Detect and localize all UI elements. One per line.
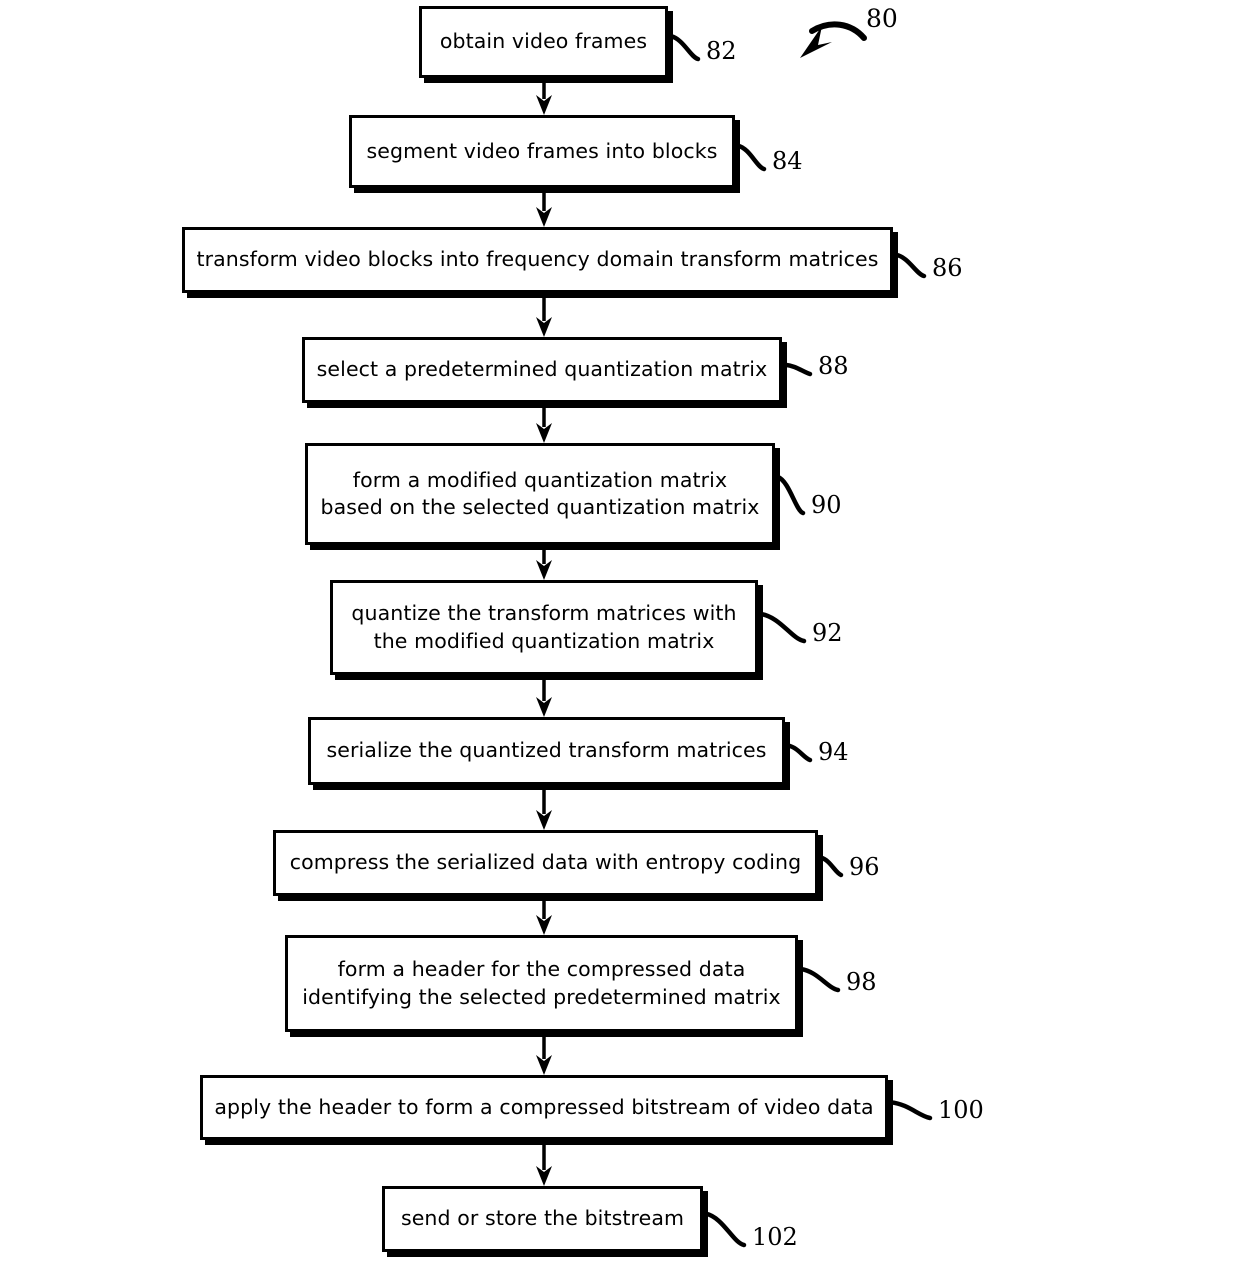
process-box-88: select a predetermined quantization matr… (302, 337, 782, 403)
arrow-90-to-92 (536, 545, 552, 580)
arrow-100-to-102 (536, 1140, 552, 1186)
arrow-92-to-94 (536, 675, 552, 717)
arrow-88-to-90 (536, 403, 552, 443)
reference-number-90: 90 (811, 491, 842, 519)
leader-line-94 (785, 743, 813, 763)
process-box-84: segment video frames into blocks (349, 115, 735, 188)
arrow-94-to-96 (536, 785, 552, 830)
flowchart-canvas: obtain video frames segment video frames … (0, 0, 1240, 1280)
reference-number-100: 100 (938, 1096, 984, 1124)
reference-number-98: 98 (846, 968, 877, 996)
leader-line-96 (818, 855, 844, 878)
process-box-label: send or store the bitstream (400, 1206, 685, 1231)
leader-line-86 (893, 252, 927, 279)
process-box-82: obtain video frames (419, 6, 668, 78)
reference-number-82: 82 (706, 37, 737, 65)
reference-number-84: 84 (772, 147, 803, 175)
process-box-label: serialize the quantized transform matric… (326, 738, 767, 763)
process-box-label: compress the serialized data with entrop… (289, 850, 802, 875)
process-box-label: transform video blocks into frequency do… (196, 247, 879, 272)
process-box-label: form a modified quantization matrix base… (320, 467, 760, 519)
leader-line-88 (782, 362, 813, 377)
reference-number-94: 94 (818, 738, 849, 766)
leader-line-102 (703, 1211, 747, 1248)
process-box-102: send or store the bitstream (382, 1186, 703, 1252)
leader-line-82 (668, 33, 701, 62)
process-box-96: compress the serialized data with entrop… (273, 830, 818, 896)
figure-reference-arrow (800, 21, 867, 58)
arrow-84-to-86 (536, 188, 552, 227)
process-box-90: form a modified quantization matrix base… (305, 443, 775, 545)
arrow-98-to-100 (536, 1032, 552, 1075)
process-box-94: serialize the quantized transform matric… (308, 717, 785, 785)
process-box-label: quantize the transform matrices with the… (351, 601, 737, 653)
process-box-86: transform video blocks into frequency do… (182, 227, 893, 293)
reference-number-92: 92 (812, 619, 843, 647)
reference-number-86: 86 (932, 254, 963, 282)
leader-line-98 (798, 966, 841, 993)
process-box-label: select a predetermined quantization matr… (316, 357, 768, 382)
process-box-label: obtain video frames (439, 29, 648, 54)
leader-line-90 (775, 474, 806, 516)
figure-reference-number: 80 (866, 4, 898, 33)
reference-number-102: 102 (752, 1223, 798, 1251)
process-box-98: form a header for the compressed data id… (285, 935, 798, 1032)
process-box-label: form a header for the compressed data id… (302, 957, 781, 1009)
arrow-82-to-84 (536, 78, 552, 115)
leader-line-92 (758, 611, 807, 644)
process-box-92: quantize the transform matrices with the… (330, 580, 758, 675)
process-box-label: apply the header to form a compressed bi… (214, 1094, 874, 1119)
arrow-86-to-88 (536, 292, 552, 337)
leader-line-84 (735, 143, 767, 172)
arrow-96-to-98 (536, 896, 552, 935)
process-box-label: segment video frames into blocks (366, 138, 718, 163)
reference-number-88: 88 (818, 352, 849, 380)
leader-line-100 (888, 1100, 933, 1121)
process-box-100: apply the header to form a compressed bi… (200, 1075, 888, 1140)
reference-number-96: 96 (849, 853, 880, 881)
